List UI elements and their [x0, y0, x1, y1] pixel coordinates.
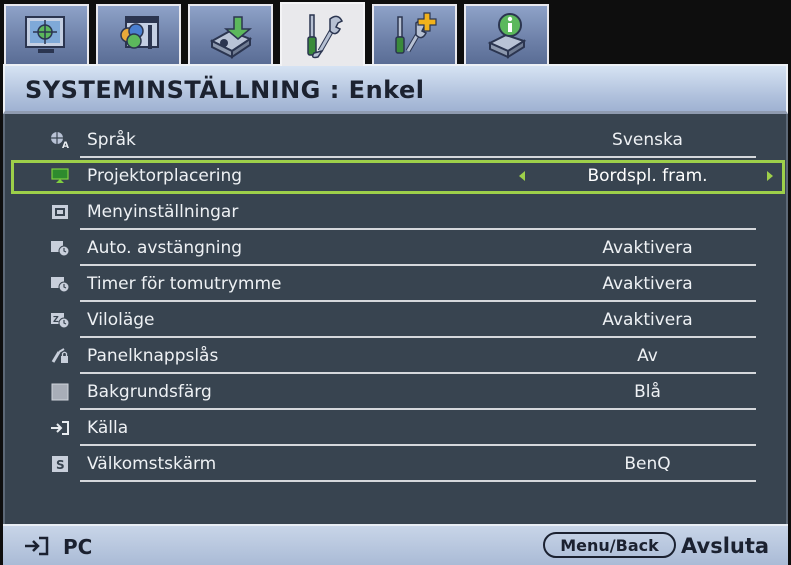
menu-item-label: Timer för tomutrymme [87, 274, 282, 294]
status-footer: PC Menu/Back Avsluta [3, 524, 788, 565]
projector-input-icon [209, 16, 252, 59]
sleep-icon: Z [49, 311, 71, 329]
source-input-icon [25, 536, 49, 556]
tab-system-basic[interactable] [280, 2, 365, 66]
svg-text:S: S [56, 458, 65, 472]
menu-item-value: Avaktivera [602, 274, 693, 294]
menu-item-panel-key-lock[interactable]: Panelknappslås Av [5, 338, 786, 374]
arrow-left-icon[interactable] [519, 171, 525, 181]
menu-item-auto-power-off[interactable]: Auto. avstängning Avaktivera [5, 230, 786, 266]
menu-item-projector-position[interactable]: Projektorplacering Bordspl. fram. [5, 158, 786, 194]
menu-item-label: Auto. avstängning [87, 238, 243, 258]
menu-item-value: Bordspl. fram. [587, 166, 708, 186]
page-title: SYSTEMINSTÄLLNING : Enkel [25, 76, 425, 104]
tab-advanced-picture[interactable] [96, 4, 181, 64]
menu-item-source[interactable]: Källa [5, 410, 786, 446]
menu-item-label: Välkomstskärm [87, 454, 217, 474]
language-icon: A [49, 131, 71, 149]
menu-item-label: Panelknappslås [87, 346, 219, 366]
exit-label: Avsluta [681, 534, 770, 558]
osd-menu: SYSTEMINSTÄLLNING : Enkel A Språk Svensk… [0, 0, 791, 565]
arrow-right-icon[interactable] [767, 171, 773, 181]
background-color-icon [49, 383, 71, 401]
key-lock-icon [49, 347, 71, 365]
title-bar: SYSTEMINSTÄLLNING : Enkel [3, 64, 788, 114]
menu-settings-icon [49, 203, 71, 221]
menu-back-key[interactable]: Menu/Back [543, 532, 676, 558]
tab-system-advanced[interactable] [372, 4, 457, 64]
auto-power-off-icon [49, 239, 71, 257]
menu-item-language[interactable]: A Språk Svenska [5, 122, 786, 158]
tab-source[interactable] [188, 4, 273, 64]
menu-panel: A Språk Svenska Projektorplacering Bords… [3, 114, 788, 524]
tab-bar [0, 0, 791, 66]
menu-item-sleep[interactable]: Z Viloläge Avaktivera [5, 302, 786, 338]
tab-picture[interactable] [4, 4, 89, 64]
current-source-label: PC [63, 535, 93, 559]
tab-information[interactable] [464, 4, 549, 64]
info-projector-icon [487, 13, 526, 59]
svg-text:Z: Z [53, 315, 59, 324]
menu-item-label: Språk [87, 130, 136, 150]
display-icon [24, 16, 65, 53]
menu-item-value: Av [637, 346, 658, 366]
menu-item-blank-timer[interactable]: Timer för tomutrymme Avaktivera [5, 266, 786, 302]
splash-screen-icon: S [49, 455, 71, 473]
menu-item-value: Svenska [612, 130, 683, 150]
menu-item-menu-settings[interactable]: Menyinställningar [5, 194, 786, 230]
menu-item-value: Blå [634, 382, 661, 402]
tools-plus-icon [394, 12, 437, 54]
color-picture-icon [119, 16, 159, 49]
divider [80, 480, 756, 482]
menu-item-value: Avaktivera [602, 238, 693, 258]
tools-icon [306, 14, 343, 59]
menu-item-value: BenQ [624, 454, 671, 474]
menu-item-label: Bakgrundsfärg [87, 382, 212, 402]
blank-timer-icon [49, 275, 71, 293]
menu-item-label: Menyinställningar [87, 202, 239, 222]
menu-item-label: Viloläge [87, 310, 155, 330]
projector-position-icon [49, 167, 71, 185]
source-icon [49, 419, 71, 437]
menu-item-label: Projektorplacering [87, 166, 243, 186]
svg-text:A: A [62, 141, 69, 149]
menu-item-value: Avaktivera [602, 310, 693, 330]
menu-item-label: Källa [87, 418, 129, 438]
menu-item-background-color[interactable]: Bakgrundsfärg Blå [5, 374, 786, 410]
menu-item-splash-screen[interactable]: S Välkomstskärm BenQ [5, 446, 786, 482]
